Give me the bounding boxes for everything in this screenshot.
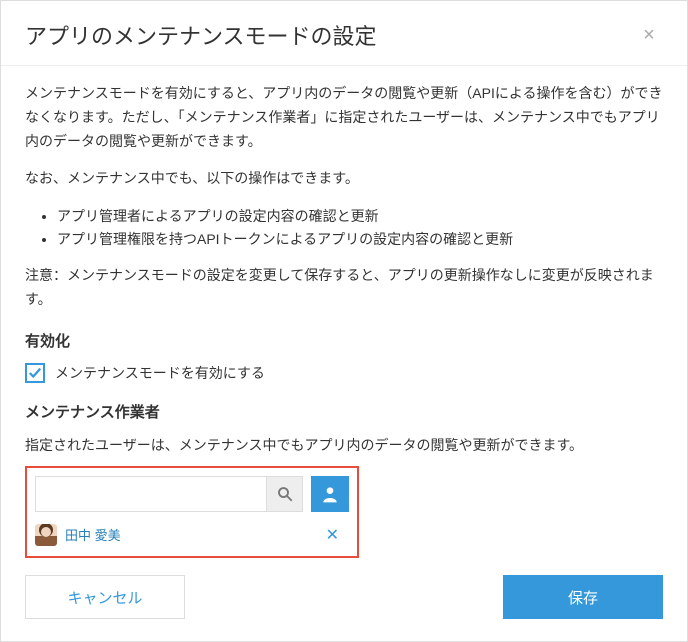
- search-button[interactable]: [266, 477, 302, 511]
- intro-paragraph-1: メンテナンスモードを有効にすると、アプリ内のデータの閲覧や更新（APIによる操作…: [25, 82, 663, 153]
- close-button[interactable]: ×: [635, 21, 663, 49]
- dialog-body: メンテナンスモードを有効にすると、アプリ内のデータの閲覧や更新（APIによる操作…: [1, 65, 687, 568]
- user-search-row: [35, 476, 349, 512]
- dialog-header: アプリのメンテナンスモードの設定 ×: [1, 1, 687, 65]
- search-icon: [276, 485, 294, 503]
- dialog-title: アプリのメンテナンスモードの設定: [25, 19, 377, 51]
- check-icon: [28, 366, 42, 380]
- enable-heading: 有効化: [25, 330, 663, 351]
- close-icon: ×: [643, 24, 655, 47]
- workers-picker-area: 田中 愛美 ✕: [25, 466, 359, 558]
- enable-checkbox[interactable]: [25, 363, 45, 383]
- cancel-button[interactable]: キャンセル: [25, 575, 185, 619]
- avatar: [35, 524, 57, 546]
- workers-description: 指定されたユーザーは、メンテナンス中でもアプリ内のデータの閲覧や更新ができます。: [25, 434, 663, 456]
- dialog-footer: キャンセル 保存: [1, 557, 687, 641]
- notice-paragraph: 注意：メンテナンスモードの設定を変更して保存すると、アプリの更新操作なしに変更が…: [25, 264, 663, 312]
- search-input-wrap: [35, 476, 303, 512]
- selected-user-chip: 田中 愛美 ✕: [35, 522, 349, 548]
- intro-paragraph-2: なお、メンテナンス中でも、以下の操作はできます。: [25, 167, 663, 191]
- workers-heading: メンテナンス作業者: [25, 401, 663, 422]
- enable-checkbox-row: メンテナンスモードを有効にする: [25, 363, 663, 383]
- remove-user-button[interactable]: ✕: [322, 525, 343, 545]
- enable-checkbox-label: メンテナンスモードを有効にする: [55, 363, 265, 383]
- save-button[interactable]: 保存: [503, 575, 663, 619]
- user-picker-button[interactable]: [311, 476, 349, 512]
- user-name: 田中 愛美: [65, 525, 121, 544]
- remove-icon: ✕: [326, 527, 339, 544]
- user-search-input[interactable]: [36, 477, 266, 511]
- person-icon: [320, 484, 340, 504]
- user-chip-left: 田中 愛美: [35, 524, 121, 546]
- list-item: アプリ管理権限を持つAPIトークンによるアプリの設定内容の確認と更新: [57, 228, 663, 250]
- maintenance-mode-dialog: アプリのメンテナンスモードの設定 × メンテナンスモードを有効にすると、アプリ内…: [0, 0, 688, 642]
- list-item: アプリ管理者によるアプリの設定内容の確認と更新: [57, 205, 663, 227]
- allowed-operations-list: アプリ管理者によるアプリの設定内容の確認と更新 アプリ管理権限を持つAPIトーク…: [57, 205, 663, 250]
